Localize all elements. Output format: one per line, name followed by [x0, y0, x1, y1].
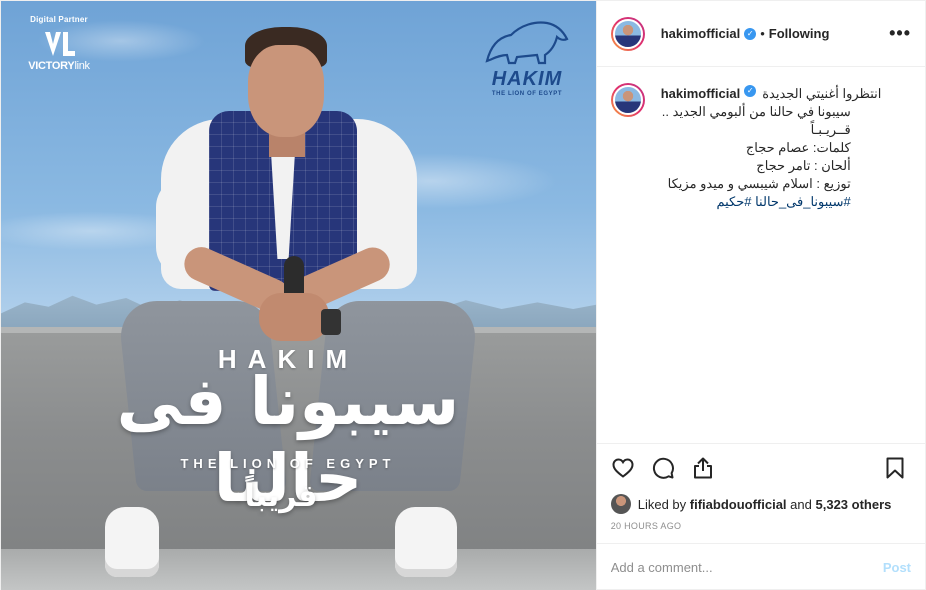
caption-line: كلمات: عصام حجاج: [745, 140, 851, 155]
partner-caption: Digital Partner: [30, 15, 88, 24]
caption-line: سيبونا في حالنا من ألبومي الجديد ..: [661, 104, 851, 119]
verified-badge-icon: ✓: [744, 85, 757, 97]
following-button[interactable]: Following: [769, 26, 830, 41]
likes-and: and: [790, 496, 812, 512]
caption-line: ألحان : تامر حجاج: [756, 158, 851, 173]
poster-coming-soon: قريباً: [244, 479, 318, 514]
likes-summary: Liked by fifiabdouofficial and 5,323 oth…: [597, 491, 925, 517]
likes-prefix: Liked by: [637, 496, 687, 512]
lion-icon: [485, 21, 569, 65]
wristwatch: [321, 309, 341, 335]
more-options-icon[interactable]: •••: [889, 23, 911, 44]
avatar-image: [612, 85, 643, 115]
author-avatar[interactable]: [610, 16, 645, 51]
clasped-hands: [259, 293, 329, 341]
partner-name-light: link: [74, 60, 90, 72]
victorylink-mark-icon: [41, 30, 77, 58]
bookmark-icon[interactable]: [883, 456, 907, 480]
action-bar: [596, 443, 925, 491]
verified-badge-icon: ✓: [744, 27, 757, 40]
caption-line: قــريـبـاً: [810, 122, 851, 137]
hakim-brand-logo: HAKIM THE LION OF EGYPT: [477, 15, 577, 107]
caption-body: hakimofficial ✓ انتظروا أغنيتي الجديدة س…: [661, 85, 911, 443]
poster-tagline: THE LION OF EGYPT: [180, 456, 396, 471]
heart-icon[interactable]: [611, 456, 635, 480]
post-comment-button[interactable]: Post: [883, 560, 911, 575]
post-timestamp[interactable]: 20 HOURS AGO: [597, 517, 925, 543]
caption-area: hakimofficial ✓ انتظروا أغنيتي الجديدة س…: [597, 67, 925, 443]
caption-hashtags[interactable]: #سيبونا_فى_حالنا #حكيم: [665, 193, 850, 211]
share-icon[interactable]: [691, 456, 715, 480]
left-sneaker: [105, 507, 159, 577]
right-sneaker: [395, 507, 457, 577]
comment-input[interactable]: [610, 560, 883, 575]
caption-first-row: hakimofficial ✓ انتظروا أغنيتي الجديدة: [661, 85, 911, 103]
partner-name-bold: VICTORY: [28, 60, 75, 72]
comment-bar: Post: [596, 543, 925, 590]
caption-username[interactable]: hakimofficial: [661, 85, 740, 103]
face: [248, 45, 324, 137]
comment-icon[interactable]: [651, 456, 675, 480]
post-image[interactable]: Digital Partner VICTORYlink HAKIM THE LI…: [1, 1, 596, 590]
caption-line: توزيع : اسلام شيبسي و ميدو مزيكا: [667, 176, 851, 191]
post-side-panel: hakimofficial ✓ • Following ••• hakimoff…: [595, 1, 925, 590]
liker-username[interactable]: fifiabdouofficial: [690, 497, 787, 512]
instagram-post-window: Digital Partner VICTORYlink HAKIM THE LI…: [0, 0, 926, 590]
partner-name: VICTORYlink: [19, 60, 99, 72]
likes-count-link[interactable]: 5,323 others: [816, 497, 892, 512]
brand-name: HAKIM: [491, 68, 563, 90]
caption-first-line: انتظروا أغنيتي الجديدة: [762, 86, 882, 101]
post-header: hakimofficial ✓ • Following •••: [596, 1, 925, 67]
brand-subtitle: THE LION OF EGYPT: [491, 91, 563, 97]
header-separator: •: [760, 26, 765, 41]
liker-avatar[interactable]: [610, 494, 631, 514]
digital-partner-logo: Digital Partner VICTORYlink: [19, 15, 99, 72]
caption-author-avatar[interactable]: [610, 83, 645, 117]
author-username[interactable]: hakimofficial: [661, 26, 740, 41]
caption-lines: سيبونا في حالنا من ألبومي الجديد .. قــر…: [661, 103, 851, 211]
avatar-image: [612, 18, 643, 49]
